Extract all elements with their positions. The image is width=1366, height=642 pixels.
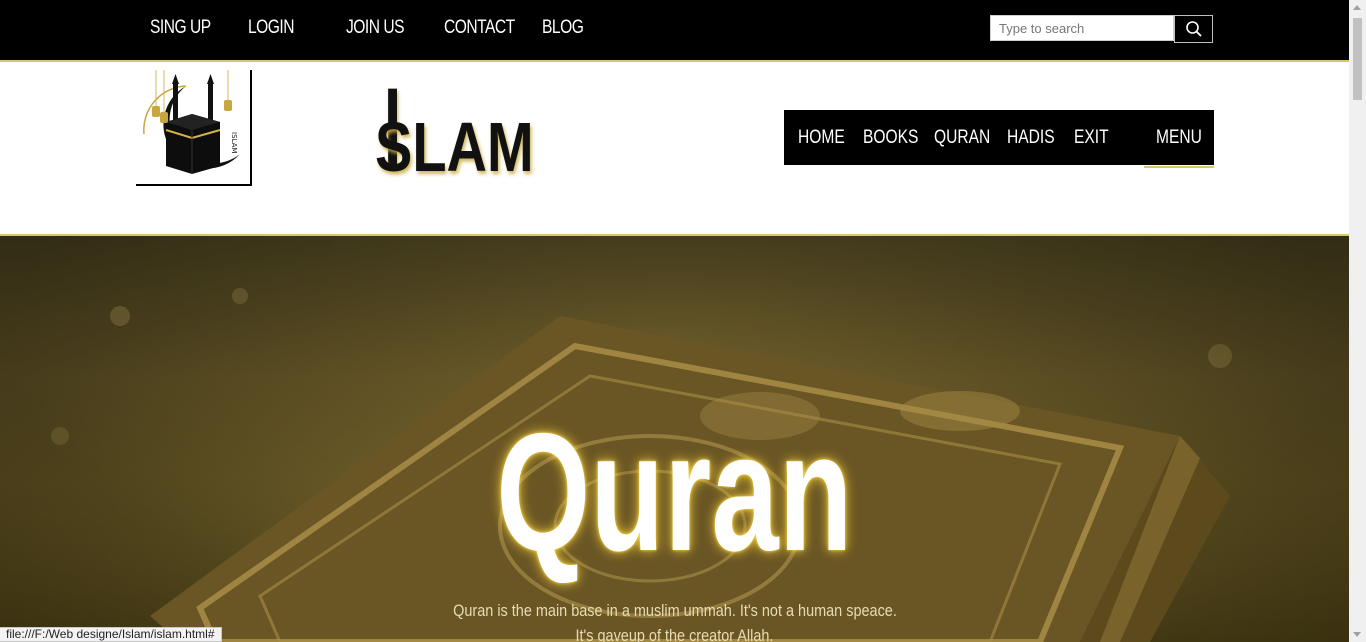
- search-input[interactable]: [990, 15, 1174, 41]
- hero-line-1: Quran is the main base in a muslim ummah…: [452, 601, 897, 620]
- join-us-link[interactable]: JOIN US: [346, 17, 405, 39]
- blog-link[interactable]: BLOG: [542, 17, 584, 39]
- nav-exit[interactable]: EXIT: [1074, 127, 1109, 149]
- browser-status-bar: file:///F:/Web designe/Islam/islam.html#: [0, 627, 222, 642]
- nav-home[interactable]: HOME: [798, 127, 845, 149]
- login-link[interactable]: LOGIN: [248, 17, 295, 39]
- contact-link[interactable]: CONTACT: [444, 17, 515, 39]
- scroll-up-icon[interactable]: [1353, 5, 1361, 10]
- logo-text: ISLAM: [230, 132, 238, 153]
- scroll-thumb[interactable]: [1353, 18, 1362, 100]
- search-button[interactable]: [1174, 15, 1213, 43]
- kaaba-crescent-logo: ISLAM: [143, 70, 240, 174]
- nav-hadis[interactable]: HADIS: [1007, 127, 1055, 149]
- hero-line-2: It's gaveup of the creator Allah.: [575, 626, 774, 642]
- nav-quran[interactable]: QURAN: [934, 127, 990, 149]
- site-header: ISLAM I SLAM HOME BOOKS QURAN HADIS EXIT …: [0, 62, 1349, 236]
- top-bar: SING UP LOGIN JOIN US CONTACT BLOG: [0, 0, 1349, 62]
- signup-link[interactable]: SING UP: [150, 17, 211, 39]
- hero-title-text: Quran: [496, 398, 853, 586]
- main-nav: HOME BOOKS QURAN HADIS EXIT MENU: [784, 110, 1214, 168]
- hero-banner: Quran Quran is the main base in a muslim…: [0, 236, 1349, 642]
- search-icon: [1185, 21, 1202, 37]
- hero-title: Quran: [0, 408, 1349, 576]
- page-scrollbar[interactable]: [1349, 0, 1366, 642]
- nav-books[interactable]: BOOKS: [863, 127, 918, 149]
- brand-title: I SLAM: [375, 72, 573, 184]
- menu-button[interactable]: MENU: [1144, 110, 1214, 168]
- brand-rest: SLAM: [375, 108, 534, 186]
- menu-label: MENU: [1156, 127, 1202, 148]
- site-logo[interactable]: ISLAM: [136, 70, 252, 186]
- scroll-down-icon[interactable]: [1353, 632, 1361, 637]
